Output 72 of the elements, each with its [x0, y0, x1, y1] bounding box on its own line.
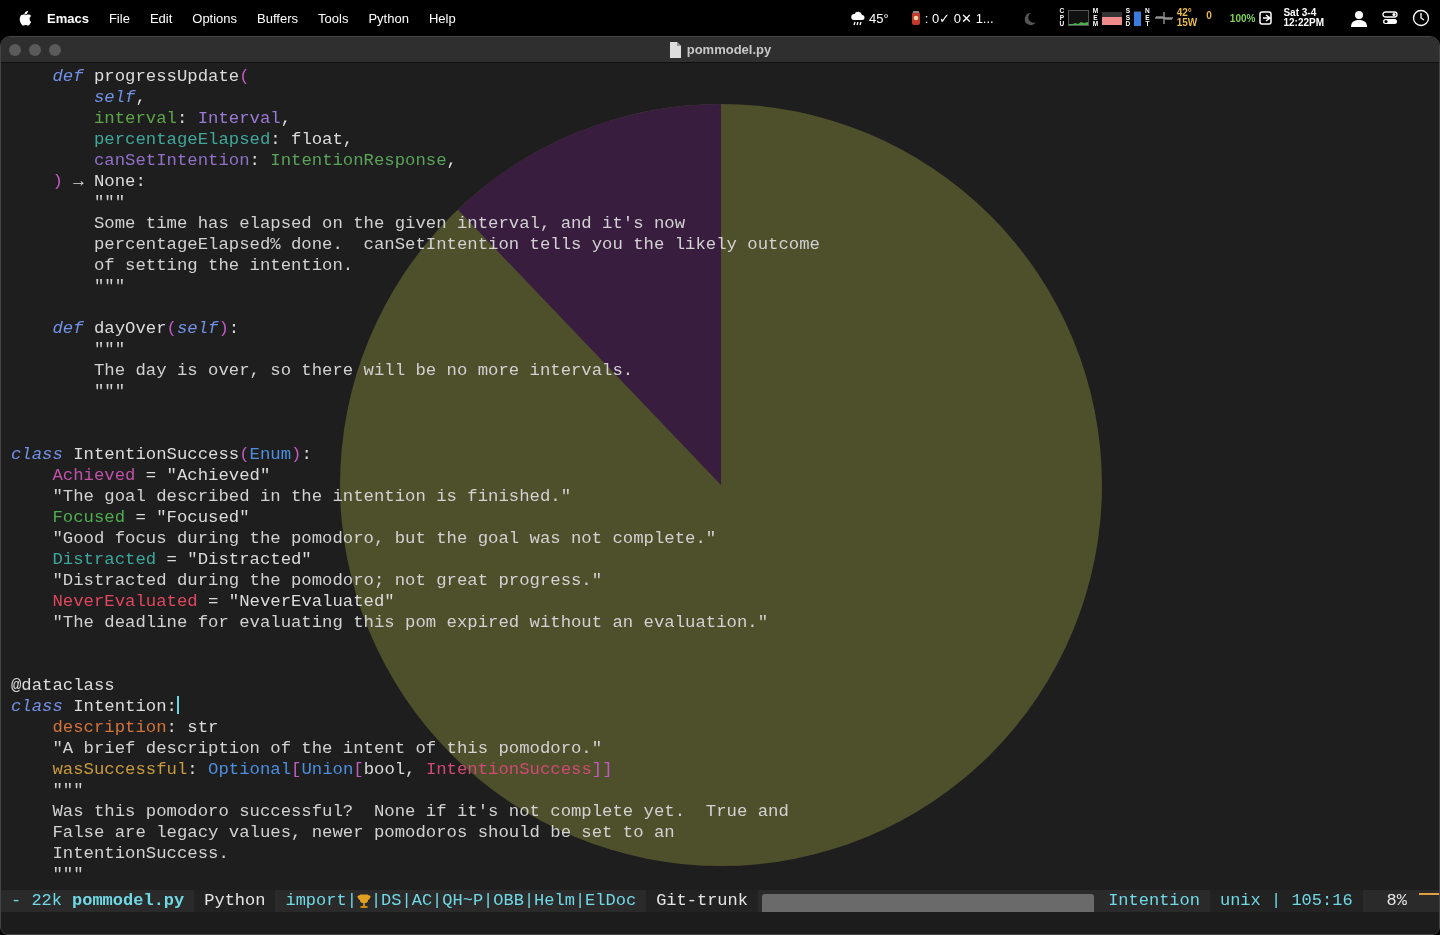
branch-text: Git-trunk — [656, 890, 748, 912]
check-counts-text: : 0✓ 0✕ 1... — [924, 10, 994, 26]
rain-cloud-icon[interactable] — [850, 10, 866, 26]
network-graph-icon — [1153, 10, 1174, 26]
code-line: @dataclass — [11, 675, 115, 696]
date-text: Sat 3-4 — [1283, 7, 1318, 18]
code-line: description: str — [51, 717, 219, 738]
code-line: """ — [92, 276, 126, 297]
minor-modes-text: import| — [285, 890, 357, 912]
control-center-icon[interactable] — [1382, 10, 1398, 26]
code-line: False are legacy values, newer pomodoros should be set to an — [51, 822, 675, 843]
menu-item[interactable]: Buffers — [247, 10, 309, 26]
clock-icon[interactable] — [1412, 9, 1430, 27]
code-line: """ — [92, 381, 126, 402]
code-line: Distracted = "Distracted" — [51, 549, 312, 570]
code-line: self, — [92, 87, 146, 108]
scroll-percent-text: 8% — [1386, 890, 1407, 912]
code-line: NeverEvaluated = "NeverEvaluated" — [51, 591, 395, 612]
code-line: Focused = "Focused" — [51, 507, 250, 528]
menu-item[interactable]: Help — [418, 10, 466, 26]
document-icon — [668, 41, 681, 58]
code-line: of setting the intention. — [92, 255, 354, 276]
trophy-icon — [356, 893, 371, 909]
apple-logo-icon[interactable] — [18, 10, 33, 26]
user-icon[interactable] — [1350, 9, 1368, 27]
code-line: """ — [92, 339, 126, 360]
code-line: IntentionSuccess. — [51, 843, 229, 864]
code-line: "Good focus during the pomodoro, but the goal was not complete." — [51, 528, 717, 549]
major-mode-text: Python — [204, 890, 266, 912]
code-line: "A brief description of the intent of this pomodoro." — [51, 738, 603, 759]
code-line: "The deadline for evaluating this pom expired without an evaluation." — [51, 612, 769, 633]
code-line: percentageElapsed% done. canSetIntention tells you the likely outcome — [92, 234, 820, 255]
menu-item[interactable]: Tools — [308, 10, 359, 26]
app-menu[interactable]: Emacs — [33, 10, 99, 26]
minor-modes-text: |DS|AC|QH~P|OBB|Helm|ElDoc — [370, 890, 637, 912]
code-line: """ — [51, 780, 84, 801]
code-line: wasSuccessful: Optional[Union[bool, IntentionSuccess]] — [51, 759, 613, 780]
code-line: """ — [92, 192, 126, 213]
fan-text: 0 — [1206, 9, 1212, 21]
cpu-temperature-text: 42° — [1176, 7, 1193, 18]
power-text: 15W — [1176, 18, 1198, 29]
menu-item[interactable]: Options — [182, 10, 248, 26]
code-line: "Distracted during the pomodoro; not great progress." — [51, 570, 603, 591]
cpu-graph-icon — [1068, 10, 1090, 26]
code-line: class Intention: — [11, 696, 179, 717]
memory-meter — [1101, 11, 1122, 25]
position-text: unix | 105:16 — [1219, 890, 1353, 912]
buffer-name-text: pommodel.py — [72, 890, 185, 912]
code-line: Was this pomodoro successful? None if it's not complete yet. True and — [51, 801, 789, 822]
code-line: interval: Interval, — [92, 108, 292, 129]
menu-item[interactable]: File — [98, 10, 140, 26]
menu-item[interactable]: Python — [358, 10, 419, 26]
code-line: The day is over, so there will be no more intervals. — [92, 360, 634, 381]
jar-icon[interactable] — [910, 10, 921, 26]
code-line: Some time has elapsed on the given interval, and it's now — [92, 213, 686, 234]
code-line: Achieved = "Achieved" — [51, 465, 271, 486]
code-line: def progressUpdate( — [51, 66, 250, 87]
function-name-text: Intention — [1108, 890, 1200, 912]
temperature-text: 45° — [869, 10, 889, 26]
code-line: canSetIntention: IntentionResponse, — [92, 150, 457, 171]
code-line: ) → None: — [51, 171, 146, 192]
code-line: """ — [51, 864, 84, 885]
code-line: percentageElapsed: float, — [92, 129, 354, 150]
code-line: def dayOver(self): — [51, 318, 240, 339]
plug-icon — [1259, 10, 1274, 26]
time-text: 12:22PM — [1283, 18, 1324, 29]
buffer-size-text: - 22k — [11, 890, 62, 912]
menu-item[interactable]: Edit — [139, 10, 183, 26]
window-title: pommodel.py — [686, 42, 772, 57]
code-line: "The goal described in the intention is finished." — [51, 486, 571, 507]
code-line: class IntentionSuccess(Enum): — [11, 444, 312, 465]
battery-text: 100% — [1229, 12, 1256, 24]
